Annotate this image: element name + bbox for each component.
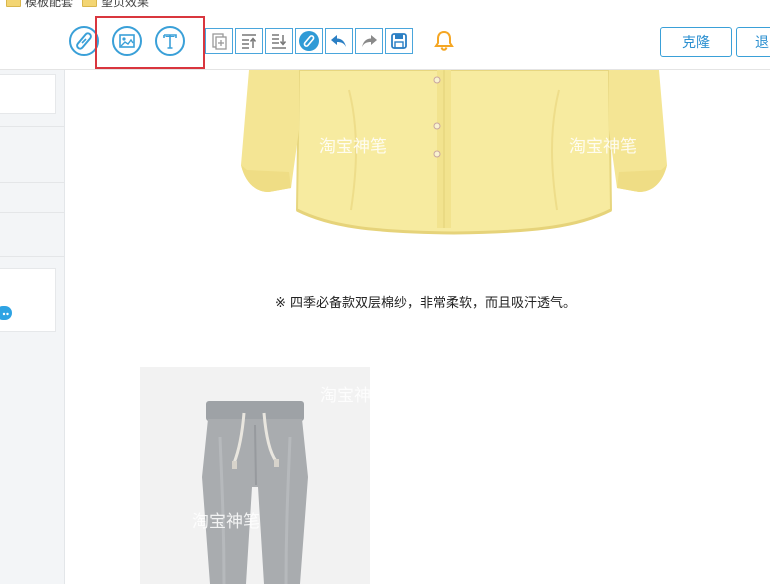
panel-card[interactable] <box>0 74 56 114</box>
divider <box>0 212 64 213</box>
panel-card[interactable] <box>0 268 56 332</box>
move-up-icon <box>242 34 257 49</box>
watermark-text: 淘宝神笔 <box>319 137 387 157</box>
undo-icon <box>331 35 346 47</box>
exit-button[interactable]: 退 <box>736 27 770 57</box>
bell-icon[interactable] <box>432 29 456 53</box>
move-up-button[interactable] <box>235 28 263 54</box>
editor-toolbar: 克隆 退 <box>0 14 770 70</box>
link-icon <box>299 31 319 51</box>
editor-canvas: 淘宝神笔 淘宝神笔 ※ 四季必备款双层棉纱，非常柔软，而且吸汗透气。 淘宝神笔 … <box>65 70 770 584</box>
watermark-text: 淘宝神笔 <box>320 386 370 406</box>
link-edit-icon <box>76 32 92 50</box>
copy-add-icon <box>212 33 227 50</box>
folder-icon <box>82 0 97 7</box>
left-panel <box>0 70 65 584</box>
bookmark-label: 模板配套 <box>25 0 74 9</box>
pants-image[interactable]: 淘宝神笔 淘宝神笔 <box>140 367 370 584</box>
divider <box>0 256 64 257</box>
save-button[interactable] <box>385 28 413 54</box>
divider <box>0 182 64 183</box>
bookmark-item[interactable]: 模板配套 <box>6 0 74 9</box>
copy-add-button[interactable] <box>205 28 233 54</box>
bookmark-item[interactable]: 望页效果 <box>82 0 150 9</box>
watermark-text: 淘宝神笔 <box>569 137 637 157</box>
divider <box>0 126 64 127</box>
link-button[interactable] <box>295 28 323 54</box>
product-caption[interactable]: ※ 四季必备款双层棉纱，非常柔软，而且吸汗透气。 <box>275 292 576 311</box>
redo-icon <box>362 35 377 47</box>
move-down-icon <box>272 34 287 49</box>
chat-bubble-icon[interactable] <box>0 306 12 320</box>
shirt-image[interactable]: 淘宝神笔 淘宝神笔 <box>239 70 669 240</box>
clone-button[interactable]: 克隆 <box>660 27 732 57</box>
tool-group <box>205 28 415 54</box>
save-icon <box>391 33 407 49</box>
bookmarks-bar: 模板配套 望页效果 <box>0 0 770 15</box>
undo-button[interactable] <box>325 28 353 54</box>
move-down-button[interactable] <box>265 28 293 54</box>
redo-button[interactable] <box>355 28 383 54</box>
highlight-box <box>95 16 205 69</box>
bookmark-label: 望页效果 <box>101 0 150 9</box>
watermark-text: 淘宝神笔 <box>192 512 260 532</box>
folder-icon <box>6 0 21 7</box>
